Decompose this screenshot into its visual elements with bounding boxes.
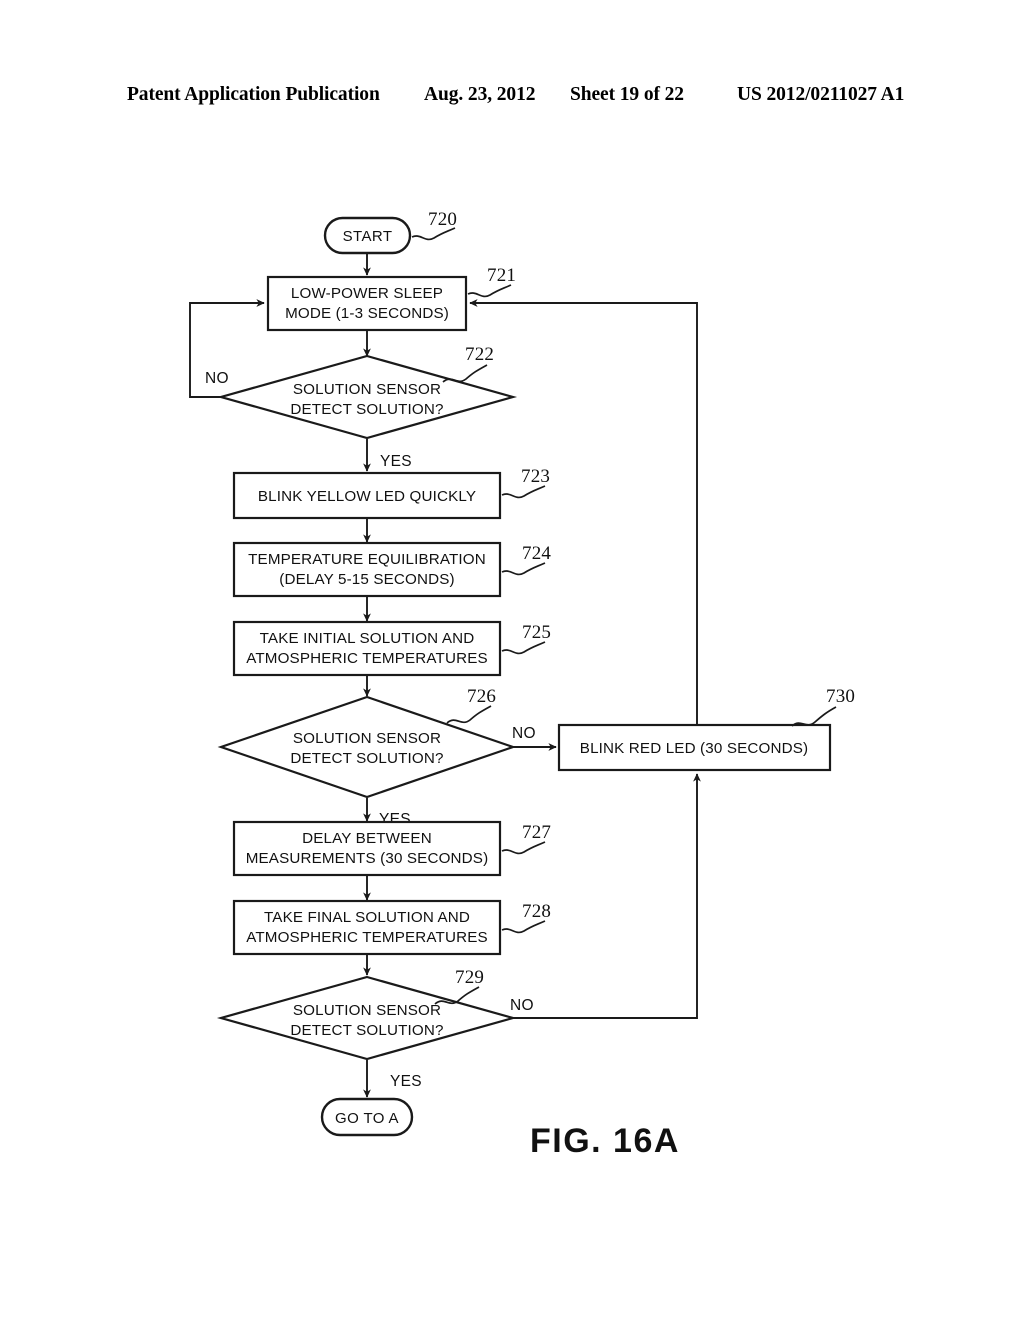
leader-line-722	[442, 364, 488, 383]
flowchart-figure: NO YES NO YES NO YES START 720 LOW-POWER…	[189, 209, 855, 1137]
ref-number-725: 725	[522, 622, 551, 643]
node-label-start: START	[343, 228, 393, 245]
leader-line-725	[501, 641, 546, 655]
figure-caption: FIG. 16A	[530, 1122, 680, 1160]
node-label-726-line1: SOLUTION SENSOR	[293, 730, 441, 747]
node-label-723: BLINK YELLOW LED QUICKLY	[258, 488, 476, 505]
node-label-729-line2: DETECT SOLUTION?	[290, 1022, 443, 1039]
ref-number-721: 721	[487, 265, 516, 286]
node-label-721-line1: LOW-POWER SLEEP	[291, 285, 443, 302]
node-label-725-line2: ATMOSPHERIC TEMPERATURES	[246, 650, 488, 667]
ref-number-730: 730	[826, 686, 855, 707]
node-process-725[interactable]: TAKE INITIAL SOLUTION AND ATMOSPHERIC TE…	[232, 620, 551, 677]
ref-number-727: 727	[522, 822, 551, 843]
node-decision-729[interactable]: SOLUTION SENSOR DETECT SOLUTION? 729	[216, 967, 518, 1061]
node-label-728-line2: ATMOSPHERIC TEMPERATURES	[246, 929, 488, 946]
node-process-723[interactable]: BLINK YELLOW LED QUICKLY 723	[232, 466, 550, 520]
node-process-727[interactable]: DELAY BETWEEN MEASUREMENTS (30 SECONDS) …	[232, 820, 551, 877]
node-start-720[interactable]: START 720	[323, 209, 457, 255]
leader-line-729	[434, 986, 480, 1005]
leader-line-721	[467, 284, 512, 298]
ref-number-728: 728	[522, 901, 551, 922]
node-label-730: BLINK RED LED (30 SECONDS)	[580, 740, 808, 757]
ref-number-726: 726	[467, 686, 496, 707]
node-label-724-line1: TEMPERATURE EQUILIBRATION	[248, 551, 486, 568]
ref-number-729: 729	[455, 967, 484, 988]
edge-729-730-no	[513, 773, 701, 1019]
node-label-goto-a: GO TO A	[335, 1110, 399, 1127]
node-label-727-line1: DELAY BETWEEN	[302, 830, 432, 847]
leader-line-730	[791, 706, 837, 727]
branch-label-yes-729: YES	[390, 1073, 422, 1090]
leader-line-724	[501, 562, 546, 576]
node-process-730[interactable]: BLINK RED LED (30 SECONDS) 730	[557, 686, 855, 772]
node-label-725-line1: TAKE INITIAL SOLUTION AND	[260, 630, 475, 647]
leader-line-723	[501, 485, 546, 499]
node-decision-726[interactable]: SOLUTION SENSOR DETECT SOLUTION? 726	[217, 686, 517, 799]
branch-label-yes-722: YES	[380, 453, 412, 470]
node-label-722-line2: DETECT SOLUTION?	[290, 401, 443, 418]
edge-730-721-return	[469, 299, 698, 725]
decision-shape-726	[217, 695, 517, 799]
ref-number-724: 724	[522, 543, 551, 564]
leader-line-728	[501, 920, 546, 934]
node-label-721-line2: MODE (1-3 SECONDS)	[285, 305, 449, 322]
branch-label-no-729: NO	[510, 997, 534, 1014]
node-label-728-line1: TAKE FINAL SOLUTION AND	[264, 909, 470, 926]
node-process-724[interactable]: TEMPERATURE EQUILIBRATION (DELAY 5-15 SE…	[232, 541, 551, 598]
ref-number-722: 722	[465, 344, 494, 365]
patent-drawing-sheet: Patent Application Publication Aug. 23, …	[0, 0, 1024, 1320]
branch-label-no-726: NO	[512, 725, 536, 742]
node-label-729-line1: SOLUTION SENSOR	[293, 1002, 441, 1019]
ref-number-723: 723	[521, 466, 550, 487]
leader-line-726	[446, 705, 492, 724]
node-process-728[interactable]: TAKE FINAL SOLUTION AND ATMOSPHERIC TEMP…	[232, 899, 551, 956]
node-process-721[interactable]: LOW-POWER SLEEP MODE (1-3 SECONDS) 721	[266, 265, 516, 332]
node-terminal-goto-a[interactable]: GO TO A	[320, 1097, 414, 1137]
branch-label-no-722: NO	[205, 370, 229, 387]
node-label-726-line2: DETECT SOLUTION?	[290, 750, 443, 767]
node-label-724-line2: (DELAY 5-15 SECONDS)	[279, 571, 454, 588]
ref-number-720: 720	[428, 209, 457, 230]
node-label-722-line1: SOLUTION SENSOR	[293, 381, 441, 398]
node-decision-722[interactable]: SOLUTION SENSOR DETECT SOLUTION? 722	[216, 344, 518, 440]
leader-line-727	[501, 841, 546, 855]
node-label-727-line2: MEASUREMENTS (30 SECONDS)	[246, 850, 489, 867]
